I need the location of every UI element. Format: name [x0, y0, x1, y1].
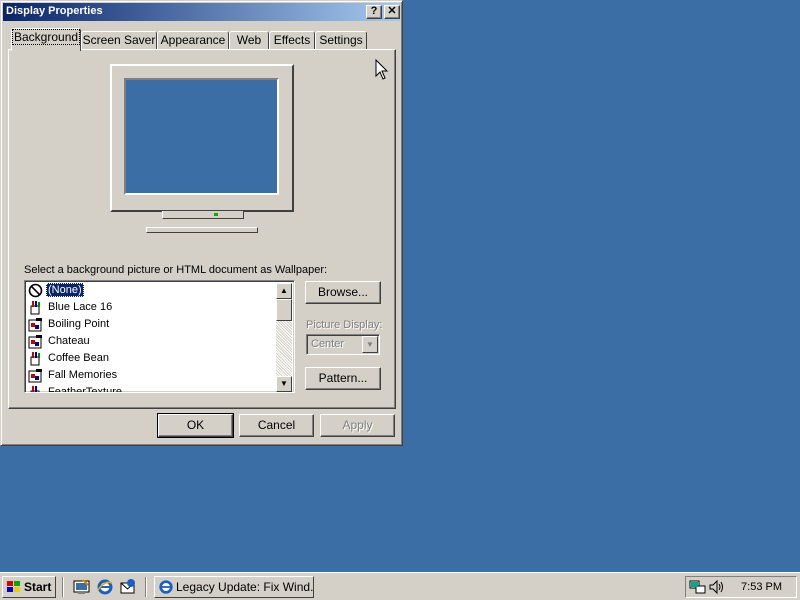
- start-label: Start: [24, 580, 52, 594]
- clock[interactable]: 7:53 PM: [741, 581, 782, 593]
- tab-settings[interactable]: Settings: [315, 31, 367, 50]
- internet-explorer-icon[interactable]: [96, 578, 114, 596]
- list-item-label: FeatherTexture: [48, 386, 122, 393]
- help-button[interactable]: ?: [366, 5, 382, 19]
- bitmap-icon: [28, 369, 42, 383]
- apply-button[interactable]: Apply: [320, 414, 395, 437]
- list-item-label: Boiling Point: [48, 318, 110, 330]
- pattern-button[interactable]: Pattern...: [305, 367, 381, 390]
- mouse-cursor-icon: [375, 59, 389, 80]
- list-item-label: (None): [46, 283, 84, 297]
- internet-explorer-icon: [159, 580, 173, 594]
- monitor-stand: [162, 211, 244, 219]
- start-button[interactable]: Start: [2, 576, 56, 598]
- list-scrollbar[interactable]: ▲ ▼: [276, 283, 292, 392]
- tab-label: Settings: [319, 33, 363, 47]
- list-item-label: Blue Lace 16: [48, 301, 113, 313]
- scroll-up-button[interactable]: ▲: [276, 283, 292, 299]
- list-item-label: Coffee Bean: [48, 352, 109, 364]
- wallpaper-list[interactable]: (None) Blue Lace 16 Boiling Point Chatea…: [24, 280, 295, 393]
- tab-background[interactable]: Background: [11, 28, 81, 51]
- picture-display-value: Center: [311, 338, 345, 350]
- power-led: [214, 213, 218, 216]
- picture-display-label: Picture Display:: [306, 319, 383, 331]
- none-icon: [28, 283, 43, 298]
- outlook-express-icon[interactable]: [119, 578, 137, 596]
- tab-label: Web: [236, 33, 262, 47]
- taskbar-separator: [62, 577, 64, 597]
- taskbar-item-legacy-update[interactable]: Legacy Update: Fix Wind...: [154, 576, 314, 598]
- bitmap-icon: [28, 335, 42, 349]
- network-icon[interactable]: [689, 579, 707, 595]
- close-icon: ✕: [387, 5, 397, 17]
- monitor-screen: [124, 78, 279, 195]
- tab-label: Effects: [273, 33, 311, 47]
- title-bar[interactable]: Display Properties ? ✕: [3, 3, 400, 21]
- taskbar-separator: [145, 577, 147, 597]
- arrow-up-icon: ▲: [280, 286, 288, 295]
- picture-display-select[interactable]: Center ▼: [306, 334, 380, 355]
- tab-effects[interactable]: Effects: [269, 31, 315, 50]
- tab-label: Background: [12, 29, 81, 45]
- close-button[interactable]: ✕: [384, 5, 400, 19]
- paint-bucket-icon: [30, 301, 40, 315]
- paint-bucket-icon: [30, 386, 40, 392]
- window-title: Display Properties: [6, 5, 103, 17]
- ok-button[interactable]: OK: [157, 413, 234, 438]
- taskbar-item-label: Legacy Update: Fix Wind...: [176, 580, 314, 594]
- list-item-label: Fall Memories: [48, 369, 118, 381]
- tab-label: Appearance: [160, 33, 226, 47]
- monitor-preview: [110, 64, 294, 212]
- volume-icon[interactable]: [708, 579, 724, 595]
- bitmap-icon: [28, 318, 42, 332]
- arrow-down-icon: ▼: [280, 379, 288, 388]
- system-tray: 7:53 PM: [685, 576, 797, 598]
- show-desktop-icon[interactable]: [73, 578, 91, 596]
- scroll-thumb[interactable]: [276, 299, 292, 321]
- paint-bucket-icon: [30, 352, 40, 366]
- list-item-label: Chateau: [48, 335, 90, 347]
- taskbar: Start Legacy Update: Fix Wind... 7:53 PM: [0, 572, 800, 600]
- tab-appearance[interactable]: Appearance: [157, 31, 229, 50]
- dropdown-arrow-icon[interactable]: ▼: [362, 336, 378, 353]
- browse-button[interactable]: Browse...: [305, 281, 381, 304]
- cancel-button[interactable]: Cancel: [239, 414, 314, 437]
- tab-web[interactable]: Web: [229, 31, 269, 50]
- scroll-down-button[interactable]: ▼: [276, 376, 292, 392]
- monitor-base: [146, 227, 258, 233]
- tab-label: Screen Saver: [82, 33, 156, 47]
- windows-logo-icon: [7, 581, 20, 592]
- tab-screen-saver[interactable]: Screen Saver: [81, 31, 157, 50]
- wallpaper-prompt: Select a background picture or HTML docu…: [24, 264, 328, 276]
